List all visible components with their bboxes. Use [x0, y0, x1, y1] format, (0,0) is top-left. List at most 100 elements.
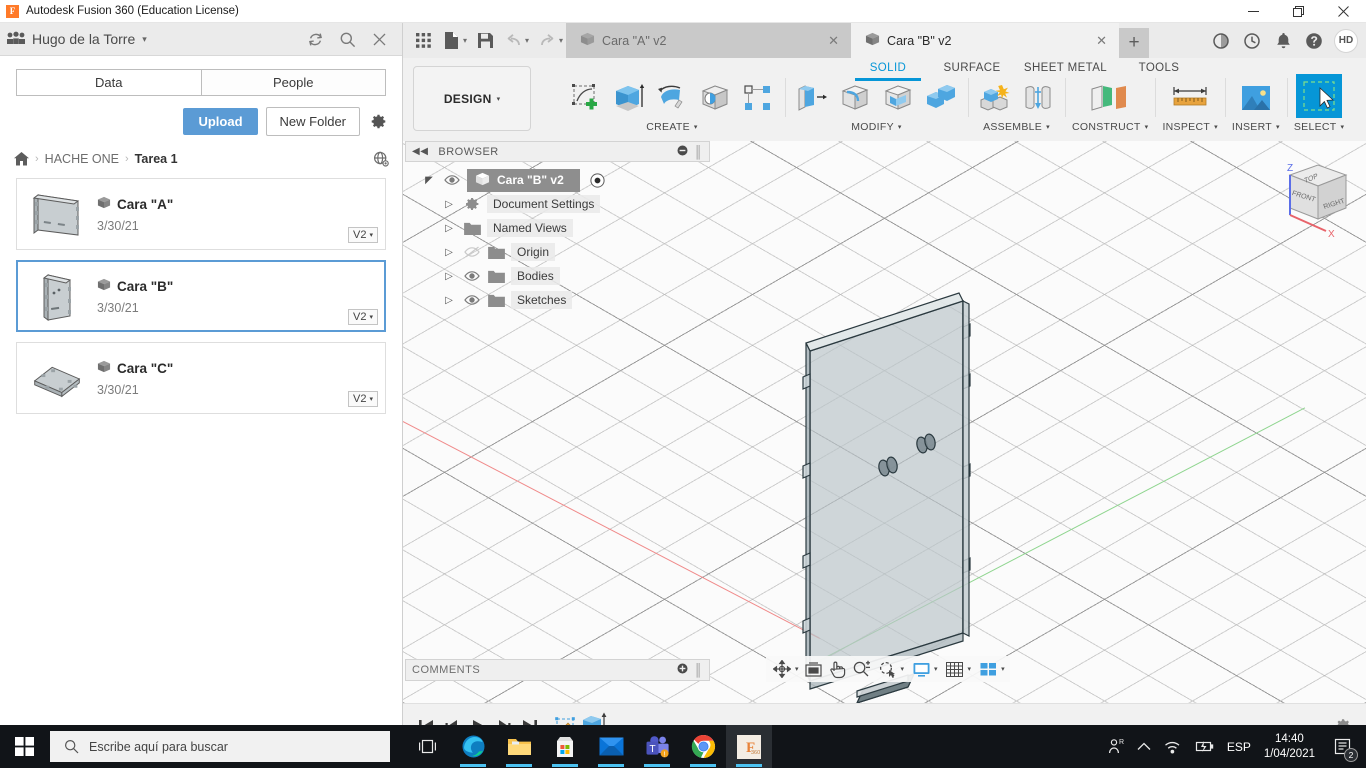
chevron-down-icon[interactable]: ▾ [934, 665, 938, 673]
task-view-icon[interactable] [404, 725, 450, 768]
chevron-down-icon[interactable]: ▾ [525, 36, 529, 45]
pattern-icon[interactable] [738, 78, 778, 118]
network-icon[interactable] [1164, 740, 1181, 754]
expand-arrow-icon[interactable]: ▷ [441, 199, 457, 210]
mail-icon[interactable] [588, 725, 634, 768]
zoom-window-tool[interactable]: ▾ [875, 658, 907, 680]
version-selector[interactable]: V2 ▾ [348, 309, 378, 325]
people-icon[interactable]: R [1107, 738, 1124, 755]
new-document-icon[interactable] [438, 28, 464, 54]
minimize-icon[interactable] [1231, 0, 1276, 23]
app-grid-icon[interactable] [410, 28, 436, 54]
upload-button[interactable]: Upload [183, 108, 257, 135]
version-selector[interactable]: V2 ▾ [348, 391, 378, 407]
new-folder-button[interactable]: New Folder [266, 107, 360, 136]
browser-node-named-views[interactable]: ▷ Named Views [405, 216, 710, 240]
tab-data[interactable]: Data [16, 69, 201, 96]
globe-icon[interactable] [372, 150, 390, 168]
close-icon[interactable] [370, 30, 388, 48]
help-icon[interactable] [1303, 30, 1325, 52]
home-icon[interactable] [14, 152, 29, 166]
new-tab-button[interactable]: + [1119, 28, 1149, 58]
orbit-icon[interactable] [771, 658, 793, 680]
gear-icon[interactable] [368, 112, 388, 132]
browser-node-sketches[interactable]: ▷ Sketches [405, 288, 710, 312]
ribbon-panel-label-assemble[interactable]: ASSEMBLE ▾ [983, 118, 1050, 139]
press-pull-icon[interactable] [792, 78, 832, 118]
zoom-icon[interactable] [851, 658, 873, 680]
save-icon[interactable] [472, 28, 498, 54]
expand-arrow-icon[interactable]: ▷ [441, 223, 457, 234]
redo-icon[interactable] [534, 28, 560, 54]
grid-snaps-icon[interactable] [944, 658, 966, 680]
expand-arrow-icon[interactable]: ◤ [421, 175, 437, 186]
ribbon-panel-label-modify[interactable]: MODIFY ▾ [851, 118, 901, 139]
search-icon[interactable] [338, 30, 356, 48]
eye-icon[interactable] [463, 270, 481, 282]
workspace-selector[interactable]: DESIGN ▾ [413, 66, 531, 131]
add-comment-icon[interactable] [677, 663, 688, 677]
viewports-icon[interactable] [977, 658, 999, 680]
close-icon[interactable] [1321, 0, 1366, 23]
panel-resize-handle[interactable]: ║ [694, 663, 703, 677]
language-indicator[interactable]: ESP [1227, 740, 1251, 754]
viewports-tool[interactable]: ▾ [975, 658, 1007, 680]
expand-arrow-icon[interactable]: ▷ [441, 247, 457, 258]
list-item[interactable]: Cara "B" 3/30/21 V2 ▾ [16, 260, 386, 332]
undo-icon[interactable] [500, 28, 526, 54]
windows-start-icon[interactable] [0, 725, 48, 768]
tab-people[interactable]: People [201, 69, 387, 96]
view-cube[interactable]: TOP FRONT RIGHT Z X [1260, 147, 1356, 243]
close-icon[interactable]: ✕ [1096, 33, 1107, 49]
chevron-down-icon[interactable]: ▾ [142, 34, 147, 45]
expand-arrow-icon[interactable]: ▷ [441, 271, 457, 282]
zoom-window-icon[interactable] [877, 658, 899, 680]
close-icon[interactable]: ✕ [828, 33, 839, 49]
eye-icon[interactable] [463, 294, 481, 306]
offset-plane-icon[interactable] [1083, 78, 1137, 118]
chevron-down-icon[interactable]: ▾ [463, 36, 467, 45]
microsoft-edge-icon[interactable] [450, 725, 496, 768]
comments-bar[interactable]: COMMENTS ║ [405, 659, 710, 681]
chevron-down-icon[interactable]: ▾ [901, 665, 905, 673]
avatar[interactable]: HD [1334, 29, 1358, 53]
browser-node-bodies[interactable]: ▷ Bodies [405, 264, 710, 288]
refresh-icon[interactable] [306, 30, 324, 48]
pan-icon[interactable] [827, 658, 849, 680]
document-tab-cara-a[interactable]: Cara "A" v2 ✕ [566, 23, 851, 58]
revolve-icon[interactable] [652, 78, 692, 118]
look-at-icon[interactable] [803, 658, 825, 680]
measure-icon[interactable] [1165, 78, 1215, 118]
breadcrumb-folder[interactable]: Tarea 1 [135, 152, 178, 166]
battery-icon[interactable] [1194, 740, 1214, 753]
eye-hidden-icon[interactable] [463, 246, 481, 258]
breadcrumb-project[interactable]: HACHE ONE [45, 152, 119, 166]
3d-viewport[interactable]: ◀◀ BROWSER ║ ◤ [403, 141, 1366, 703]
select-icon[interactable] [1296, 74, 1342, 118]
clock[interactable]: 14:40 1/04/2021 [1264, 732, 1315, 762]
activate-radio-icon[interactable] [590, 173, 605, 188]
user-name[interactable]: Hugo de la Torre [32, 31, 135, 47]
version-selector[interactable]: V2 ▾ [348, 227, 378, 243]
microsoft-store-icon[interactable] [542, 725, 588, 768]
list-item[interactable]: Cara "A" 3/30/21 V2 ▾ [16, 178, 386, 250]
notifications-icon[interactable] [1272, 30, 1294, 52]
maximize-icon[interactable] [1276, 0, 1321, 23]
joint-icon[interactable] [1018, 78, 1058, 118]
insert-mcmaster-icon[interactable] [1233, 78, 1279, 118]
minimize-panel-icon[interactable] [677, 145, 688, 159]
ribbon-panel-label-insert[interactable]: INSERT ▾ [1232, 118, 1280, 139]
microsoft-teams-icon[interactable]: T ! [634, 725, 680, 768]
shell-icon[interactable] [878, 78, 918, 118]
panel-resize-handle[interactable]: ║ [694, 145, 703, 159]
collapse-left-icon[interactable]: ◀◀ [412, 146, 428, 157]
create-sketch-icon[interactable] [566, 78, 606, 118]
browser-node-origin[interactable]: ▷ Origin [405, 240, 710, 264]
ribbon-panel-label-create[interactable]: CREATE ▾ [646, 118, 697, 139]
fillet-icon[interactable] [835, 78, 875, 118]
list-item[interactable]: Cara "C" 3/30/21 V2 ▾ [16, 342, 386, 414]
browser-node-document-settings[interactable]: ▷ Document Settings [405, 192, 710, 216]
ribbon-panel-label-select[interactable]: SELECT ▾ [1294, 118, 1344, 139]
new-component-icon[interactable] [975, 78, 1015, 118]
browser-root-node[interactable]: ◤ Cara "B" v2 [405, 168, 710, 192]
